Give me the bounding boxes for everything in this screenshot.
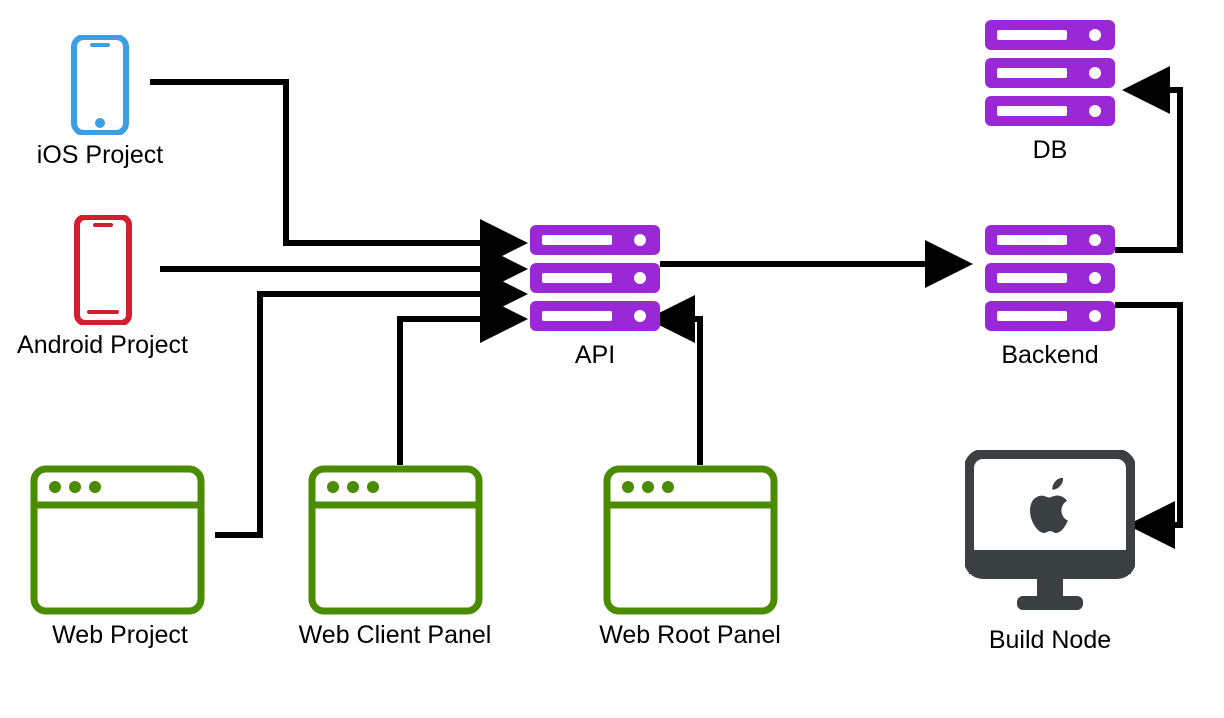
edge-ios-api	[150, 82, 520, 243]
node-client-panel: Web Client Panel	[285, 465, 505, 650]
android-label: Android Project	[10, 331, 195, 360]
phone-icon	[70, 35, 130, 135]
server-stack-icon	[985, 20, 1115, 130]
ios-label: iOS Project	[20, 141, 180, 170]
imac-apple-icon	[965, 450, 1135, 620]
node-db: DB	[980, 20, 1120, 165]
node-android: Android Project	[10, 215, 195, 360]
browser-icon	[30, 465, 205, 615]
edge-clientpanel-api	[400, 319, 520, 465]
build-node-label: Build Node	[960, 626, 1140, 655]
phone-icon	[73, 215, 133, 325]
node-api: API	[525, 225, 665, 370]
browser-icon	[308, 465, 483, 615]
node-web: Web Project	[30, 465, 210, 650]
node-ios: iOS Project	[20, 35, 180, 170]
server-stack-icon	[530, 225, 660, 335]
client-panel-label: Web Client Panel	[285, 621, 505, 650]
node-backend: Backend	[970, 225, 1130, 370]
api-label: API	[525, 341, 665, 370]
backend-label: Backend	[970, 341, 1130, 370]
node-build: Build Node	[960, 450, 1140, 655]
db-label: DB	[980, 136, 1120, 165]
browser-icon	[603, 465, 778, 615]
web-label: Web Project	[30, 621, 210, 650]
node-root-panel: Web Root Panel	[585, 465, 795, 650]
root-panel-label: Web Root Panel	[585, 621, 795, 650]
server-stack-icon	[985, 225, 1115, 335]
